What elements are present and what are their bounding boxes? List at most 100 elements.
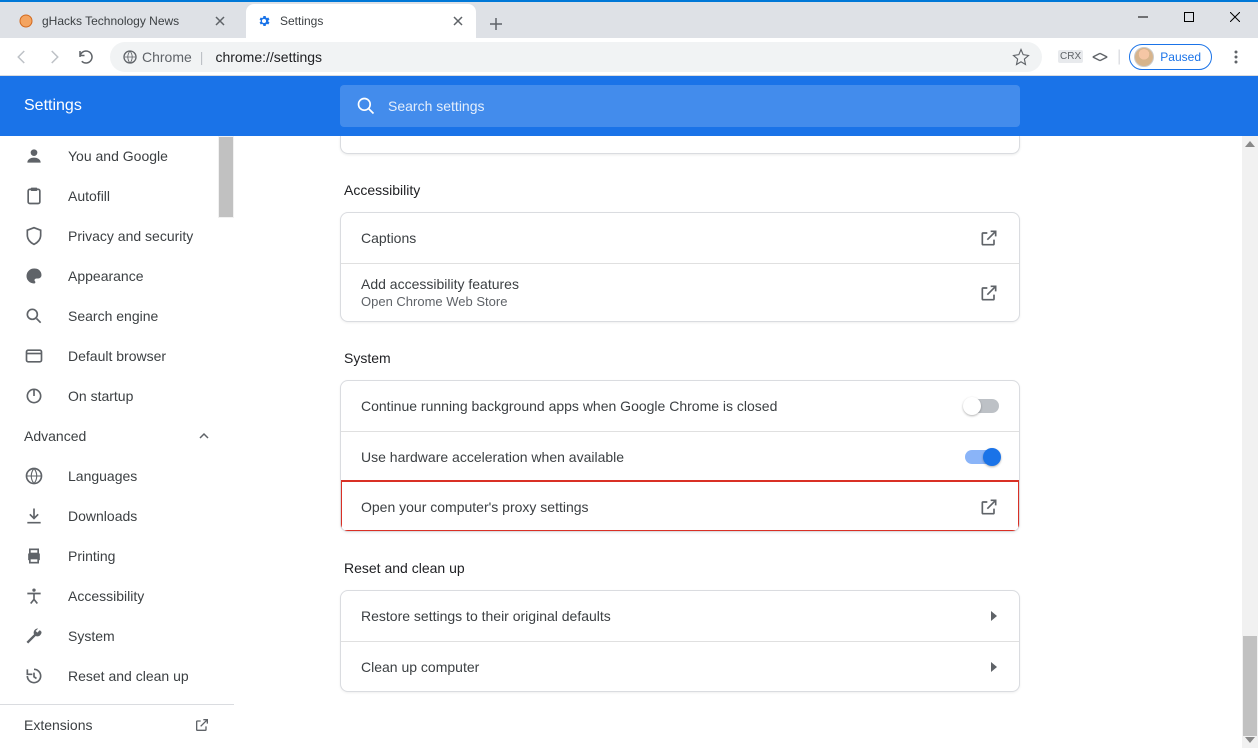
close-icon[interactable]	[450, 13, 466, 29]
card-edge	[340, 136, 1020, 154]
close-icon[interactable]	[212, 13, 228, 29]
chevron-right-icon	[989, 609, 999, 623]
sidebar-group-advanced[interactable]: Advanced	[0, 416, 234, 456]
shield-icon	[24, 226, 44, 246]
sidebar-item-printing[interactable]: Printing	[0, 536, 234, 576]
forward-button[interactable]	[38, 41, 70, 73]
scroll-down-icon[interactable]	[1242, 732, 1258, 748]
search-input[interactable]	[340, 85, 1020, 127]
sidebar-item-label: Privacy and security	[68, 228, 193, 244]
main-scrollbar[interactable]	[1242, 136, 1258, 748]
window-maximize-button[interactable]	[1166, 2, 1212, 32]
row-captions[interactable]: Captions	[341, 213, 1019, 263]
launch-icon	[194, 717, 210, 733]
browser-tab-ghacks[interactable]: gHacks Technology News	[8, 4, 238, 38]
window-minimize-button[interactable]	[1120, 2, 1166, 32]
sidebar-item-languages[interactable]: Languages	[0, 456, 234, 496]
sidebar-item-label: Accessibility	[68, 588, 144, 604]
search-settings[interactable]	[340, 85, 1020, 127]
scrollbar-thumb[interactable]	[1243, 636, 1257, 736]
sidebar-item-search-engine[interactable]: Search engine	[0, 296, 234, 336]
sidebar-item-label: Autofill	[68, 188, 110, 204]
avatar-icon	[1134, 47, 1154, 67]
wrench-icon	[24, 626, 44, 646]
browser-toolbar: Chrome| chrome://settings CRX | Paused	[0, 38, 1258, 76]
browser-menu-button[interactable]	[1220, 41, 1252, 73]
sidebar-group-label: Advanced	[24, 428, 86, 444]
sidebar-item-default-browser[interactable]: Default browser	[0, 336, 234, 376]
bookmark-icon[interactable]	[1012, 48, 1030, 66]
settings-header: Settings	[0, 76, 1258, 136]
accessibility-icon	[24, 586, 44, 606]
profile-chip[interactable]: Paused	[1129, 44, 1212, 70]
sidebar-item-on-startup[interactable]: On startup	[0, 376, 234, 416]
page-title: Settings	[24, 97, 82, 115]
row-add-accessibility-features[interactable]: Add accessibility features Open Chrome W…	[341, 263, 1019, 321]
search-icon	[24, 306, 44, 326]
power-icon	[24, 386, 44, 406]
sidebar-item-label: Printing	[68, 548, 115, 564]
back-button[interactable]	[6, 41, 38, 73]
tab-strip: gHacks Technology News Settings	[0, 2, 1258, 38]
chevron-up-icon	[198, 430, 210, 442]
sidebar-item-label: Languages	[68, 468, 137, 484]
toggle-hardware-acceleration[interactable]	[965, 450, 999, 464]
system-card: Continue running background apps when Go…	[340, 380, 1020, 532]
settings-main-panel: Accessibility Captions Add accessibility…	[234, 136, 1258, 748]
extension-icon[interactable]	[1091, 50, 1109, 64]
row-label: Captions	[361, 230, 416, 246]
section-title-accessibility: Accessibility	[344, 182, 1020, 198]
sidebar-item-label: Search engine	[68, 308, 158, 324]
omnibox-chip-label: Chrome	[142, 49, 192, 65]
sidebar-item-label: Reset and clean up	[68, 668, 189, 684]
launch-icon	[979, 228, 999, 248]
search-icon	[356, 96, 376, 116]
row-label: Add accessibility features	[361, 276, 519, 292]
row-clean-up-computer[interactable]: Clean up computer	[341, 641, 1019, 691]
sidebar-item-extensions[interactable]: Extensions	[0, 704, 234, 744]
sidebar-item-label: On startup	[68, 388, 133, 404]
sidebar-item-privacy[interactable]: Privacy and security	[0, 216, 234, 256]
row-proxy-settings[interactable]: Open your computer's proxy settings	[341, 481, 1019, 531]
accessibility-card: Captions Add accessibility features Open…	[340, 212, 1020, 322]
scroll-up-icon[interactable]	[1242, 136, 1258, 152]
new-tab-button[interactable]	[482, 10, 510, 38]
row-background-apps[interactable]: Continue running background apps when Go…	[341, 381, 1019, 431]
row-label: Open your computer's proxy settings	[361, 499, 589, 515]
profile-status: Paused	[1160, 50, 1201, 64]
sidebar-item-accessibility[interactable]: Accessibility	[0, 576, 234, 616]
launch-icon	[979, 497, 999, 517]
address-bar[interactable]: Chrome| chrome://settings	[110, 42, 1042, 72]
toggle-background-apps[interactable]	[965, 399, 999, 413]
restore-icon	[24, 666, 44, 686]
clipboard-icon	[24, 186, 44, 206]
sidebar-item-downloads[interactable]: Downloads	[0, 496, 234, 536]
browser-tab-settings[interactable]: Settings	[246, 4, 476, 38]
row-sublabel: Open Chrome Web Store	[361, 294, 519, 309]
window-close-button[interactable]	[1212, 2, 1258, 32]
extension-badge[interactable]: CRX	[1058, 50, 1083, 63]
sidebar-item-system[interactable]: System	[0, 616, 234, 656]
tab-title: Settings	[280, 14, 450, 28]
palette-icon	[24, 266, 44, 286]
person-icon	[24, 146, 44, 166]
reload-button[interactable]	[70, 41, 102, 73]
sidebar-item-you-and-google[interactable]: You and Google	[0, 136, 234, 176]
launch-icon	[979, 283, 999, 303]
sidebar-item-appearance[interactable]: Appearance	[0, 256, 234, 296]
favicon-icon	[18, 13, 34, 29]
reset-card: Restore settings to their original defau…	[340, 590, 1020, 692]
sidebar-item-reset[interactable]: Reset and clean up	[0, 656, 234, 696]
printer-icon	[24, 546, 44, 566]
sidebar-item-label: Default browser	[68, 348, 166, 364]
omnibox-url: chrome://settings	[215, 49, 322, 65]
sidebar-item-label: Appearance	[68, 268, 144, 284]
row-hardware-acceleration[interactable]: Use hardware acceleration when available	[341, 431, 1019, 481]
site-info-icon[interactable]	[122, 49, 138, 65]
sidebar-item-autofill[interactable]: Autofill	[0, 176, 234, 216]
settings-sidebar: You and Google Autofill Privacy and secu…	[0, 136, 234, 748]
globe-icon	[24, 466, 44, 486]
sidebar-item-label: System	[68, 628, 115, 644]
row-restore-defaults[interactable]: Restore settings to their original defau…	[341, 591, 1019, 641]
sidebar-item-label: Extensions	[24, 717, 92, 733]
